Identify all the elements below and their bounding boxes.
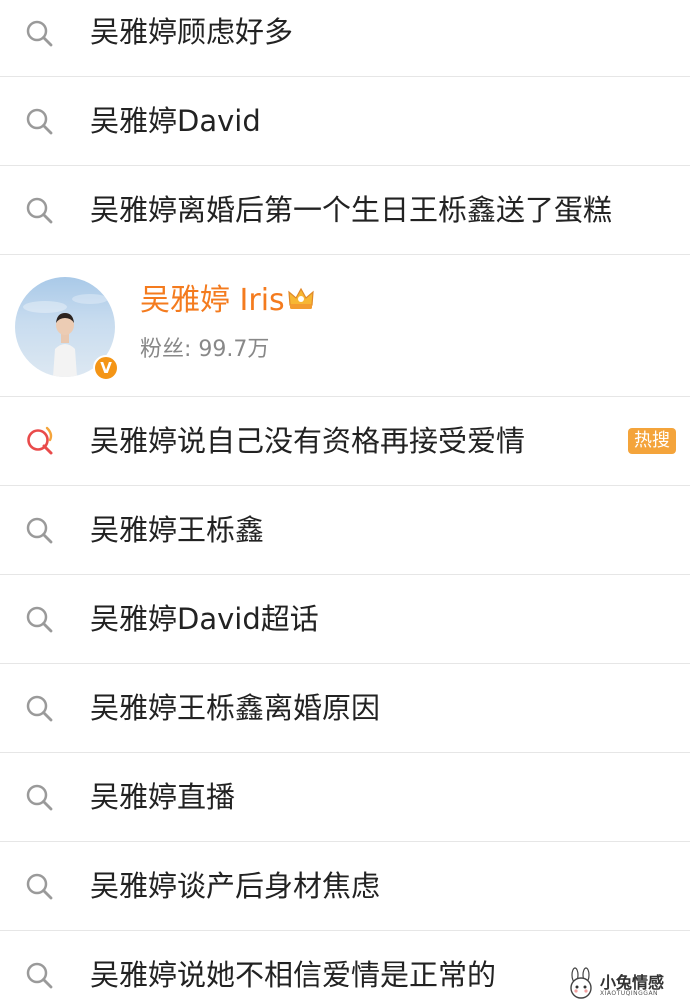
user-name[interactable]: 吴雅婷 Iris: [140, 283, 315, 320]
suggestion-label: 吴雅婷直播: [90, 780, 236, 814]
suggestion-row[interactable]: 吴雅婷说自己没有资格再接受爱情 热搜: [0, 397, 690, 486]
suggestion-row[interactable]: 吴雅婷王栎鑫: [0, 486, 690, 575]
suggestion-row[interactable]: 吴雅婷David: [0, 77, 690, 166]
rabbit-logo-icon: [564, 967, 598, 1005]
search-icon: [24, 515, 56, 547]
search-suggestion-list: 吴雅婷顾虑好多 吴雅婷David 吴雅婷离婚后第一个生日王栎鑫送了蛋糕 V 吴雅…: [0, 0, 690, 1007]
user-result-card[interactable]: V 吴雅婷 Iris 粉丝: 99.7万: [0, 255, 690, 397]
suggestion-label: 吴雅婷David: [90, 104, 261, 138]
verified-badge: V: [93, 355, 119, 381]
hot-search-icon: [24, 425, 56, 457]
search-icon: [24, 960, 56, 992]
search-icon: [24, 18, 56, 50]
suggestion-label: 吴雅婷David超话: [90, 602, 319, 636]
crown-icon: [287, 284, 315, 320]
user-name-text: 吴雅婷 Iris: [140, 283, 285, 318]
fans-count: 粉丝: 99.7万: [140, 337, 270, 362]
suggestion-row[interactable]: 吴雅婷顾虑好多: [0, 0, 690, 77]
watermark: 小兔情感 XIAOTUQINGGAN: [564, 967, 684, 1003]
search-icon: [24, 871, 56, 903]
suggestion-label: 吴雅婷离婚后第一个生日王栎鑫送了蛋糕: [90, 193, 613, 227]
search-icon: [24, 782, 56, 814]
suggestion-label: 吴雅婷说自己没有资格再接受爱情: [90, 424, 526, 458]
suggestion-label: 吴雅婷顾虑好多: [90, 15, 294, 49]
suggestion-label: 吴雅婷王栎鑫离婚原因: [90, 691, 381, 725]
suggestion-row[interactable]: 吴雅婷谈产后身材焦虑: [0, 842, 690, 931]
suggestion-row[interactable]: 吴雅婷王栎鑫离婚原因: [0, 664, 690, 753]
search-icon: [24, 604, 56, 636]
hot-badge: 热搜: [628, 428, 676, 454]
suggestion-label: 吴雅婷王栎鑫: [90, 513, 265, 547]
suggestion-label: 吴雅婷说她不相信爱情是正常的: [90, 958, 497, 992]
suggestion-row[interactable]: 吴雅婷David超话: [0, 575, 690, 664]
search-icon: [24, 693, 56, 725]
suggestion-label: 吴雅婷谈产后身材焦虑: [90, 869, 381, 903]
suggestion-row[interactable]: 吴雅婷离婚后第一个生日王栎鑫送了蛋糕: [0, 166, 690, 255]
search-icon: [24, 106, 56, 138]
watermark-subtitle: XIAOTUQINGGAN: [600, 990, 659, 997]
suggestion-row[interactable]: 吴雅婷直播: [0, 753, 690, 842]
search-icon: [24, 195, 56, 227]
